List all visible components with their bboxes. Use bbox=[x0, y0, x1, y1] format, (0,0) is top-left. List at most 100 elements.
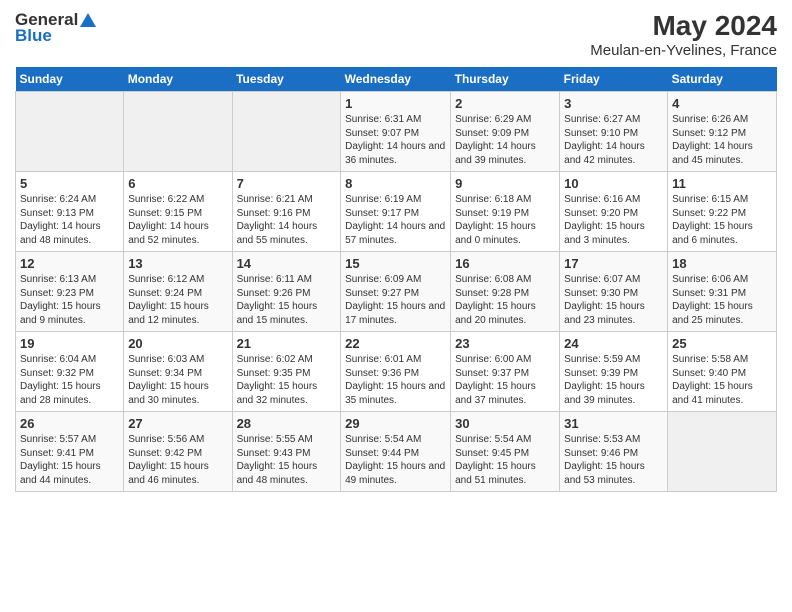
day-number: 8 bbox=[345, 176, 446, 191]
day-number: 19 bbox=[20, 336, 119, 351]
title-block: May 2024 Meulan-en-Yvelines, France bbox=[590, 10, 777, 59]
calendar-cell: 1 Sunrise: 6:31 AM Sunset: 9:07 PM Daylig… bbox=[341, 92, 451, 172]
cell-info: Sunrise: 5:54 AM Sunset: 9:45 PM Dayligh… bbox=[455, 433, 555, 487]
day-number: 12 bbox=[20, 256, 119, 271]
cell-info: Sunrise: 6:01 AM Sunset: 9:36 PM Dayligh… bbox=[345, 353, 446, 407]
calendar-cell: 6Sunrise: 6:22 AM Sunset: 9:15 PM Daylig… bbox=[124, 172, 232, 252]
cell-info: Sunrise: 6:31 AM Sunset: 9:07 PM Dayligh… bbox=[345, 113, 446, 167]
day-number: 24 bbox=[564, 336, 663, 351]
day-number: 27 bbox=[128, 416, 227, 431]
day-number: 7 bbox=[237, 176, 337, 191]
cell-info: Sunrise: 6:18 AM Sunset: 9:19 PM Dayligh… bbox=[455, 193, 555, 247]
calendar-cell: 12 Sunrise: 6:13 AM Sunset: 9:23 PM Dayli… bbox=[16, 252, 124, 332]
day-number: 20 bbox=[128, 336, 227, 351]
day-number: 29 bbox=[345, 416, 446, 431]
cell-info: Sunrise: 6:12 AM Sunset: 9:24 PM Dayligh… bbox=[128, 273, 227, 327]
day-number: 15 bbox=[345, 256, 446, 271]
day-number: 14 bbox=[237, 256, 337, 271]
calendar-cell: 30 Sunrise: 5:54 AM Sunset: 9:45 PM Dayli… bbox=[451, 412, 560, 492]
cell-info: Sunrise: 6:27 AM Sunset: 9:10 PM Dayligh… bbox=[564, 113, 663, 167]
calendar-cell: 18Sunrise: 6:06 AM Sunset: 9:31 PM Dayli… bbox=[668, 252, 777, 332]
cell-info: Sunrise: 6:29 AM Sunset: 9:09 PM Dayligh… bbox=[455, 113, 555, 167]
cell-info: Sunrise: 6:26 AM Sunset: 9:12 PM Dayligh… bbox=[672, 113, 772, 167]
cell-info: Sunrise: 6:16 AM Sunset: 9:20 PM Dayligh… bbox=[564, 193, 663, 247]
cell-info: Sunrise: 6:15 AM Sunset: 9:22 PM Dayligh… bbox=[672, 193, 772, 247]
cell-info: Sunrise: 5:55 AM Sunset: 9:43 PM Dayligh… bbox=[237, 433, 337, 487]
calendar-cell bbox=[668, 412, 777, 492]
calendar-week-1: 5Sunrise: 6:24 AM Sunset: 9:13 PM Daylig… bbox=[16, 172, 777, 252]
cell-info: Sunrise: 5:53 AM Sunset: 9:46 PM Dayligh… bbox=[564, 433, 663, 487]
logo-blue-text: Blue bbox=[15, 26, 52, 46]
day-number: 16 bbox=[455, 256, 555, 271]
day-number: 2 bbox=[455, 96, 555, 111]
cell-info: Sunrise: 6:04 AM Sunset: 9:32 PM Dayligh… bbox=[20, 353, 119, 407]
day-number: 30 bbox=[455, 416, 555, 431]
calendar-cell: 29 Sunrise: 5:54 AM Sunset: 9:44 PM Dayli… bbox=[341, 412, 451, 492]
day-number: 1 bbox=[345, 96, 446, 111]
page-subtitle: Meulan-en-Yvelines, France bbox=[590, 42, 777, 59]
calendar-cell: 31 Sunrise: 5:53 AM Sunset: 9:46 PM Dayli… bbox=[560, 412, 668, 492]
cell-info: Sunrise: 5:56 AM Sunset: 9:42 PM Dayligh… bbox=[128, 433, 227, 487]
calendar-cell: 22 Sunrise: 6:01 AM Sunset: 9:36 PM Dayli… bbox=[341, 332, 451, 412]
cell-info: Sunrise: 6:06 AM Sunset: 9:31 PM Dayligh… bbox=[672, 273, 772, 327]
cell-info: Sunrise: 5:54 AM Sunset: 9:44 PM Dayligh… bbox=[345, 433, 446, 487]
day-number: 31 bbox=[564, 416, 663, 431]
day-number: 13 bbox=[128, 256, 227, 271]
calendar-cell: 7 Sunrise: 6:21 AM Sunset: 9:16 PM Daylig… bbox=[232, 172, 341, 252]
calendar-cell: 15 Sunrise: 6:09 AM Sunset: 9:27 PM Dayli… bbox=[341, 252, 451, 332]
cell-info: Sunrise: 5:59 AM Sunset: 9:39 PM Dayligh… bbox=[564, 353, 663, 407]
calendar-cell bbox=[16, 92, 124, 172]
calendar-week-2: 12 Sunrise: 6:13 AM Sunset: 9:23 PM Dayli… bbox=[16, 252, 777, 332]
col-wednesday: Wednesday bbox=[341, 67, 451, 92]
calendar-cell: 20 Sunrise: 6:03 AM Sunset: 9:34 PM Dayli… bbox=[124, 332, 232, 412]
day-number: 25 bbox=[672, 336, 772, 351]
col-sunday: Sunday bbox=[16, 67, 124, 92]
calendar-cell: 26 Sunrise: 5:57 AM Sunset: 9:41 PM Dayli… bbox=[16, 412, 124, 492]
calendar-week-0: 1 Sunrise: 6:31 AM Sunset: 9:07 PM Daylig… bbox=[16, 92, 777, 172]
calendar-cell: 25 Sunrise: 5:58 AM Sunset: 9:40 PM Dayli… bbox=[668, 332, 777, 412]
logo-icon bbox=[79, 11, 97, 29]
cell-info: Sunrise: 6:09 AM Sunset: 9:27 PM Dayligh… bbox=[345, 273, 446, 327]
day-number: 4 bbox=[672, 96, 772, 111]
cell-info: Sunrise: 5:57 AM Sunset: 9:41 PM Dayligh… bbox=[20, 433, 119, 487]
cell-info: Sunrise: 6:08 AM Sunset: 9:28 PM Dayligh… bbox=[455, 273, 555, 327]
cell-info: Sunrise: 5:58 AM Sunset: 9:40 PM Dayligh… bbox=[672, 353, 772, 407]
day-number: 5 bbox=[20, 176, 119, 191]
day-number: 23 bbox=[455, 336, 555, 351]
day-number: 3 bbox=[564, 96, 663, 111]
calendar-cell: 11 Sunrise: 6:15 AM Sunset: 9:22 PM Dayli… bbox=[668, 172, 777, 252]
calendar-cell bbox=[124, 92, 232, 172]
col-saturday: Saturday bbox=[668, 67, 777, 92]
calendar-cell: 19 Sunrise: 6:04 AM Sunset: 9:32 PM Dayli… bbox=[16, 332, 124, 412]
calendar-cell: 3 Sunrise: 6:27 AM Sunset: 9:10 PM Daylig… bbox=[560, 92, 668, 172]
day-number: 6 bbox=[128, 176, 227, 191]
day-number: 22 bbox=[345, 336, 446, 351]
day-number: 11 bbox=[672, 176, 772, 191]
cell-info: Sunrise: 6:00 AM Sunset: 9:37 PM Dayligh… bbox=[455, 353, 555, 407]
col-friday: Friday bbox=[560, 67, 668, 92]
calendar-table: Sunday Monday Tuesday Wednesday Thursday… bbox=[15, 67, 777, 492]
calendar-cell: 28Sunrise: 5:55 AM Sunset: 9:43 PM Dayli… bbox=[232, 412, 341, 492]
day-number: 26 bbox=[20, 416, 119, 431]
calendar-cell bbox=[232, 92, 341, 172]
cell-info: Sunrise: 6:13 AM Sunset: 9:23 PM Dayligh… bbox=[20, 273, 119, 327]
calendar-cell: 17Sunrise: 6:07 AM Sunset: 9:30 PM Dayli… bbox=[560, 252, 668, 332]
calendar-cell: 16 Sunrise: 6:08 AM Sunset: 9:28 PM Dayli… bbox=[451, 252, 560, 332]
day-number: 21 bbox=[237, 336, 337, 351]
cell-info: Sunrise: 6:19 AM Sunset: 9:17 PM Dayligh… bbox=[345, 193, 446, 247]
calendar-cell: 5Sunrise: 6:24 AM Sunset: 9:13 PM Daylig… bbox=[16, 172, 124, 252]
calendar-cell: 8 Sunrise: 6:19 AM Sunset: 9:17 PM Daylig… bbox=[341, 172, 451, 252]
header-row: Sunday Monday Tuesday Wednesday Thursday… bbox=[16, 67, 777, 92]
calendar-cell: 10 Sunrise: 6:16 AM Sunset: 9:20 PM Dayli… bbox=[560, 172, 668, 252]
page-title: May 2024 bbox=[590, 10, 777, 42]
cell-info: Sunrise: 6:21 AM Sunset: 9:16 PM Dayligh… bbox=[237, 193, 337, 247]
logo: General Blue bbox=[15, 10, 98, 46]
calendar-cell: 2 Sunrise: 6:29 AM Sunset: 9:09 PM Daylig… bbox=[451, 92, 560, 172]
cell-info: Sunrise: 6:07 AM Sunset: 9:30 PM Dayligh… bbox=[564, 273, 663, 327]
calendar-cell: 27 Sunrise: 5:56 AM Sunset: 9:42 PM Dayli… bbox=[124, 412, 232, 492]
calendar-cell: 13 Sunrise: 6:12 AM Sunset: 9:24 PM Dayli… bbox=[124, 252, 232, 332]
cell-info: Sunrise: 6:03 AM Sunset: 9:34 PM Dayligh… bbox=[128, 353, 227, 407]
day-number: 10 bbox=[564, 176, 663, 191]
calendar-cell: 23 Sunrise: 6:00 AM Sunset: 9:37 PM Dayli… bbox=[451, 332, 560, 412]
calendar-cell: 9Sunrise: 6:18 AM Sunset: 9:19 PM Daylig… bbox=[451, 172, 560, 252]
